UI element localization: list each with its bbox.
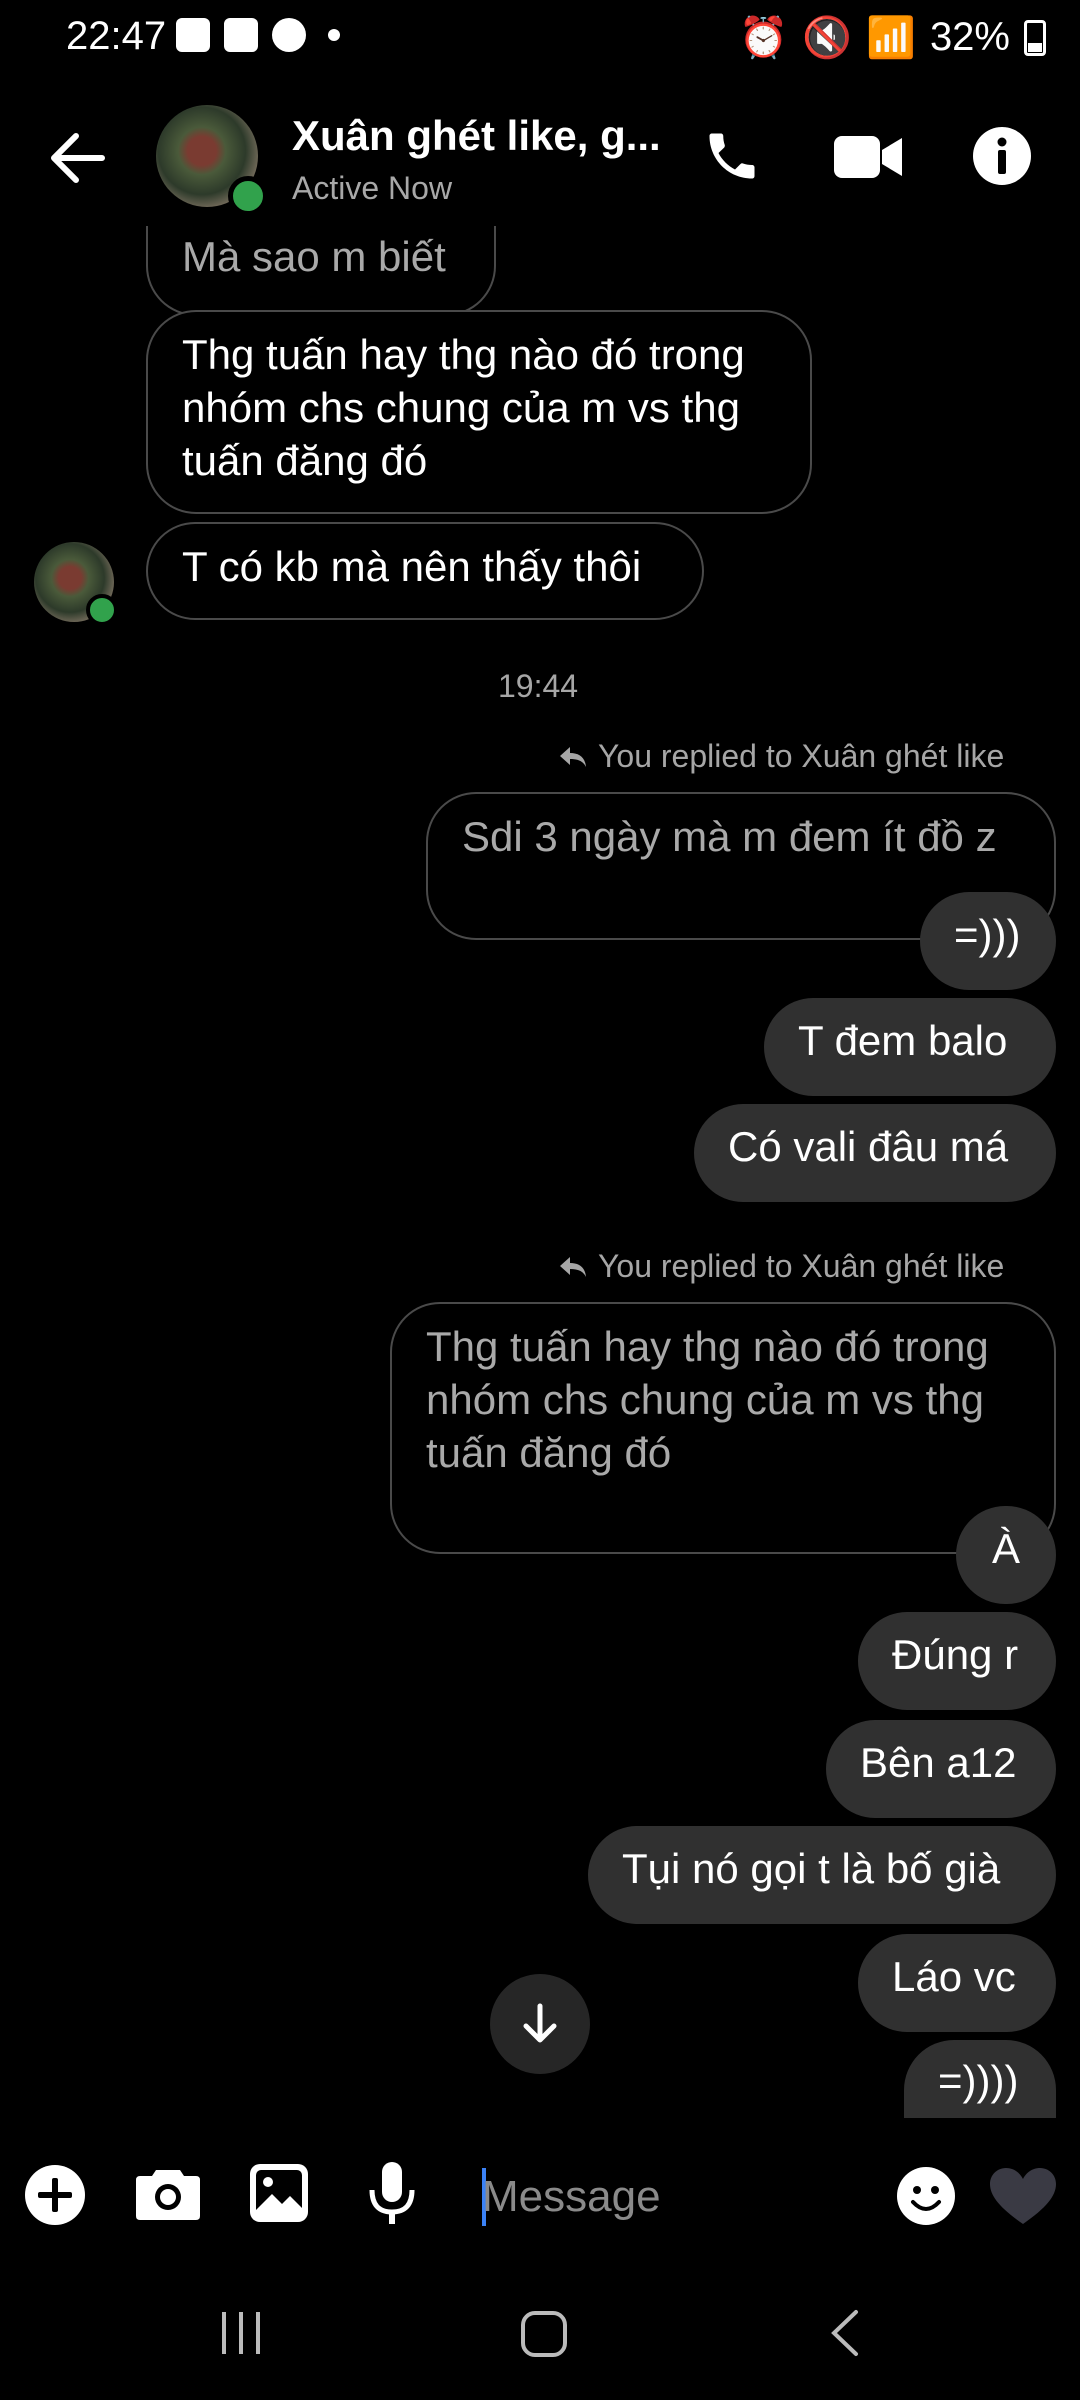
message-text: Có vali đâu má bbox=[728, 1123, 1009, 1170]
gallery-button[interactable] bbox=[250, 2164, 308, 2227]
quoted-message[interactable]: Thg tuấn hay thg nào đó trong nhóm chs c… bbox=[390, 1302, 1056, 1554]
arrow-down-icon bbox=[523, 2003, 557, 2043]
outgoing-message[interactable]: Láo vc bbox=[858, 1934, 1056, 2032]
phone-icon bbox=[709, 133, 755, 179]
mute-icon: 🔇 bbox=[802, 16, 853, 60]
home-icon bbox=[521, 2311, 567, 2357]
online-indicator bbox=[228, 176, 268, 216]
video-camera-icon bbox=[834, 136, 902, 178]
back-button[interactable] bbox=[50, 130, 106, 191]
more-notifications-icon bbox=[328, 29, 340, 41]
recent-apps-icon bbox=[222, 2312, 260, 2354]
quick-reaction-button[interactable] bbox=[990, 2168, 1056, 2231]
message-timestamp: 19:44 bbox=[498, 668, 579, 704]
outgoing-message[interactable]: T đem balo bbox=[764, 998, 1056, 1096]
microphone-icon bbox=[369, 2162, 415, 2224]
outgoing-message[interactable]: Tụi nó gọi t là bố già bbox=[588, 1826, 1056, 1924]
reply-label: You replied to Xuân ghét like bbox=[598, 1248, 1005, 1284]
message-text: Mà sao m biết bbox=[182, 233, 446, 280]
battery-icon bbox=[1024, 19, 1046, 56]
message-text: Bên a12 bbox=[860, 1739, 1017, 1786]
incoming-message[interactable]: T có kb mà nên thấy thôi bbox=[146, 522, 704, 620]
message-text: Đúng r bbox=[892, 1631, 1019, 1678]
smiley-icon bbox=[897, 2167, 955, 2225]
incoming-message[interactable]: Thg tuấn hay thg nào đó trong nhóm chs c… bbox=[146, 310, 812, 514]
reply-arrow-icon bbox=[560, 746, 586, 767]
quoted-text: Sdi 3 ngày mà m đem ít đồ z bbox=[462, 813, 997, 860]
outgoing-message[interactable]: =))) bbox=[920, 892, 1056, 990]
conversation-title[interactable]: Xuân ghét like, g... bbox=[292, 112, 661, 160]
message-text: T có kb mà nên thấy thôi bbox=[182, 543, 642, 590]
camera-button[interactable] bbox=[136, 2166, 200, 2225]
battery-text: 32% bbox=[929, 15, 1010, 59]
video-call-button[interactable] bbox=[834, 134, 902, 185]
quoted-text: Thg tuấn hay thg nào đó trong nhóm chs c… bbox=[426, 1323, 989, 1476]
messenger-notification-icon bbox=[272, 18, 306, 52]
message-text: Láo vc bbox=[892, 1953, 1016, 2000]
message-text: À bbox=[991, 1525, 1020, 1572]
image-icon bbox=[250, 2164, 308, 2222]
message-text: =))) bbox=[954, 911, 1021, 958]
status-bar: 22:47 ⏰ 🔇 📶 32% bbox=[0, 0, 1080, 80]
audio-call-button[interactable] bbox=[702, 126, 762, 191]
more-actions-button[interactable] bbox=[24, 2164, 86, 2231]
outgoing-message[interactable]: Bên a12 bbox=[826, 1720, 1056, 1818]
online-indicator bbox=[86, 594, 118, 626]
message-input[interactable]: Message bbox=[482, 2160, 872, 2234]
reply-arrow-icon bbox=[560, 1256, 586, 1277]
scroll-to-bottom-button[interactable] bbox=[490, 1974, 590, 2074]
game-notification-icon bbox=[224, 18, 258, 52]
emoji-button[interactable] bbox=[896, 2166, 956, 2231]
gallery-notification-icon bbox=[176, 18, 210, 52]
incoming-message[interactable]: Mà sao m biết bbox=[146, 226, 496, 316]
home-button[interactable] bbox=[520, 2310, 568, 2363]
info-icon bbox=[973, 127, 1031, 185]
system-back-button[interactable] bbox=[828, 2308, 862, 2363]
conversation-info-button[interactable] bbox=[972, 126, 1032, 191]
camera-icon bbox=[136, 2170, 200, 2220]
outgoing-message[interactable]: Có vali đâu má bbox=[694, 1104, 1056, 1202]
message-text: =)))) bbox=[938, 2057, 1019, 2104]
status-right: ⏰ 🔇 📶 32% bbox=[738, 14, 1046, 61]
heart-icon bbox=[990, 2168, 1056, 2224]
back-arrow-icon bbox=[51, 133, 105, 183]
outgoing-message[interactable]: À bbox=[956, 1506, 1056, 1604]
message-text: Thg tuấn hay thg nào đó trong nhóm chs c… bbox=[182, 331, 745, 484]
outgoing-message[interactable]: Đúng r bbox=[858, 1612, 1056, 1710]
voice-message-button[interactable] bbox=[368, 2162, 416, 2231]
message-text: Tụi nó gọi t là bố già bbox=[622, 1845, 1001, 1892]
reply-label: You replied to Xuân ghét like bbox=[598, 738, 1005, 774]
alarm-icon: ⏰ bbox=[738, 16, 789, 60]
active-status: Active Now bbox=[292, 170, 453, 206]
recent-apps-button[interactable] bbox=[218, 2310, 264, 2361]
reply-indicator: You replied to Xuân ghét like bbox=[558, 738, 1004, 775]
notification-icons bbox=[176, 18, 340, 52]
outgoing-message[interactable]: =)))) bbox=[904, 2040, 1056, 2118]
plus-circle-icon bbox=[25, 2165, 85, 2225]
status-time: 22:47 bbox=[66, 14, 167, 58]
message-text: T đem balo bbox=[798, 1017, 1008, 1064]
reply-indicator: You replied to Xuân ghét like bbox=[558, 1248, 1004, 1285]
wifi-icon: 📶 bbox=[866, 16, 916, 60]
chevron-left-icon bbox=[831, 2310, 858, 2356]
